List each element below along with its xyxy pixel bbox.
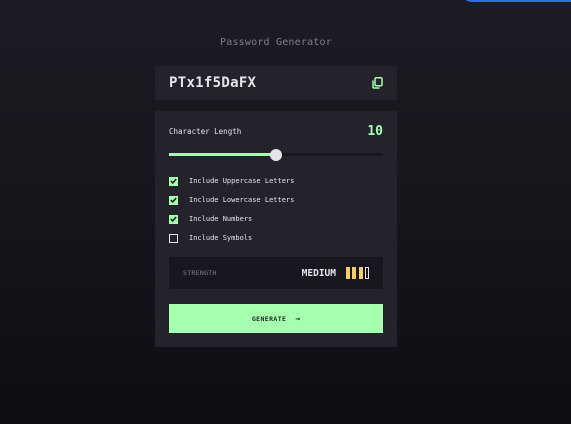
settings-panel: Character Length 10 Include Uppercase Le… — [155, 111, 397, 347]
strength-bars — [343, 267, 369, 279]
character-length-label: Character Length — [169, 126, 242, 136]
check-icon — [170, 197, 177, 203]
numbers-checkbox[interactable] — [169, 214, 178, 224]
strength-bar — [365, 267, 369, 279]
copy-icon[interactable] — [372, 77, 383, 89]
option-uppercase[interactable]: Include Uppercase Letters — [169, 175, 294, 187]
strength-meter: STRENGTH MEDIUM — [169, 257, 383, 289]
password-value: PTx1f5DaFX — [169, 75, 257, 91]
strength-bar — [352, 267, 356, 279]
symbols-label: Include Symbols — [189, 234, 253, 242]
strength-level: MEDIUM — [301, 267, 336, 279]
character-length-row: Character Length 10 — [169, 122, 383, 140]
password-display: PTx1f5DaFX — [155, 66, 397, 100]
app-title: Password Generator — [220, 37, 332, 48]
lowercase-label: Include Lowercase Letters — [189, 196, 295, 204]
strength-label: STRENGTH — [183, 269, 217, 277]
length-slider[interactable] — [169, 148, 383, 161]
corner-pill-outline — [462, 0, 571, 2]
character-length-value: 10 — [367, 123, 383, 139]
numbers-label: Include Numbers — [189, 215, 253, 223]
arrow-right-icon: → — [295, 313, 301, 323]
generate-button[interactable]: GENERATE → — [169, 304, 383, 333]
generate-label: GENERATE — [251, 314, 287, 323]
uppercase-checkbox[interactable] — [169, 176, 178, 186]
length-slider-thumb[interactable] — [270, 148, 282, 161]
check-icon — [170, 178, 177, 184]
strength-bar — [345, 267, 350, 279]
length-slider-fill — [169, 153, 276, 156]
check-icon — [170, 216, 177, 222]
lowercase-checkbox[interactable] — [169, 195, 178, 205]
strength-indicator: MEDIUM — [302, 267, 369, 279]
option-lowercase[interactable]: Include Lowercase Letters — [169, 194, 294, 206]
uppercase-label: Include Uppercase Letters — [189, 177, 295, 185]
option-symbols[interactable]: Include Symbols — [169, 232, 252, 244]
symbols-checkbox[interactable] — [169, 233, 178, 243]
strength-bar — [358, 267, 363, 279]
option-numbers[interactable]: Include Numbers — [169, 213, 252, 225]
